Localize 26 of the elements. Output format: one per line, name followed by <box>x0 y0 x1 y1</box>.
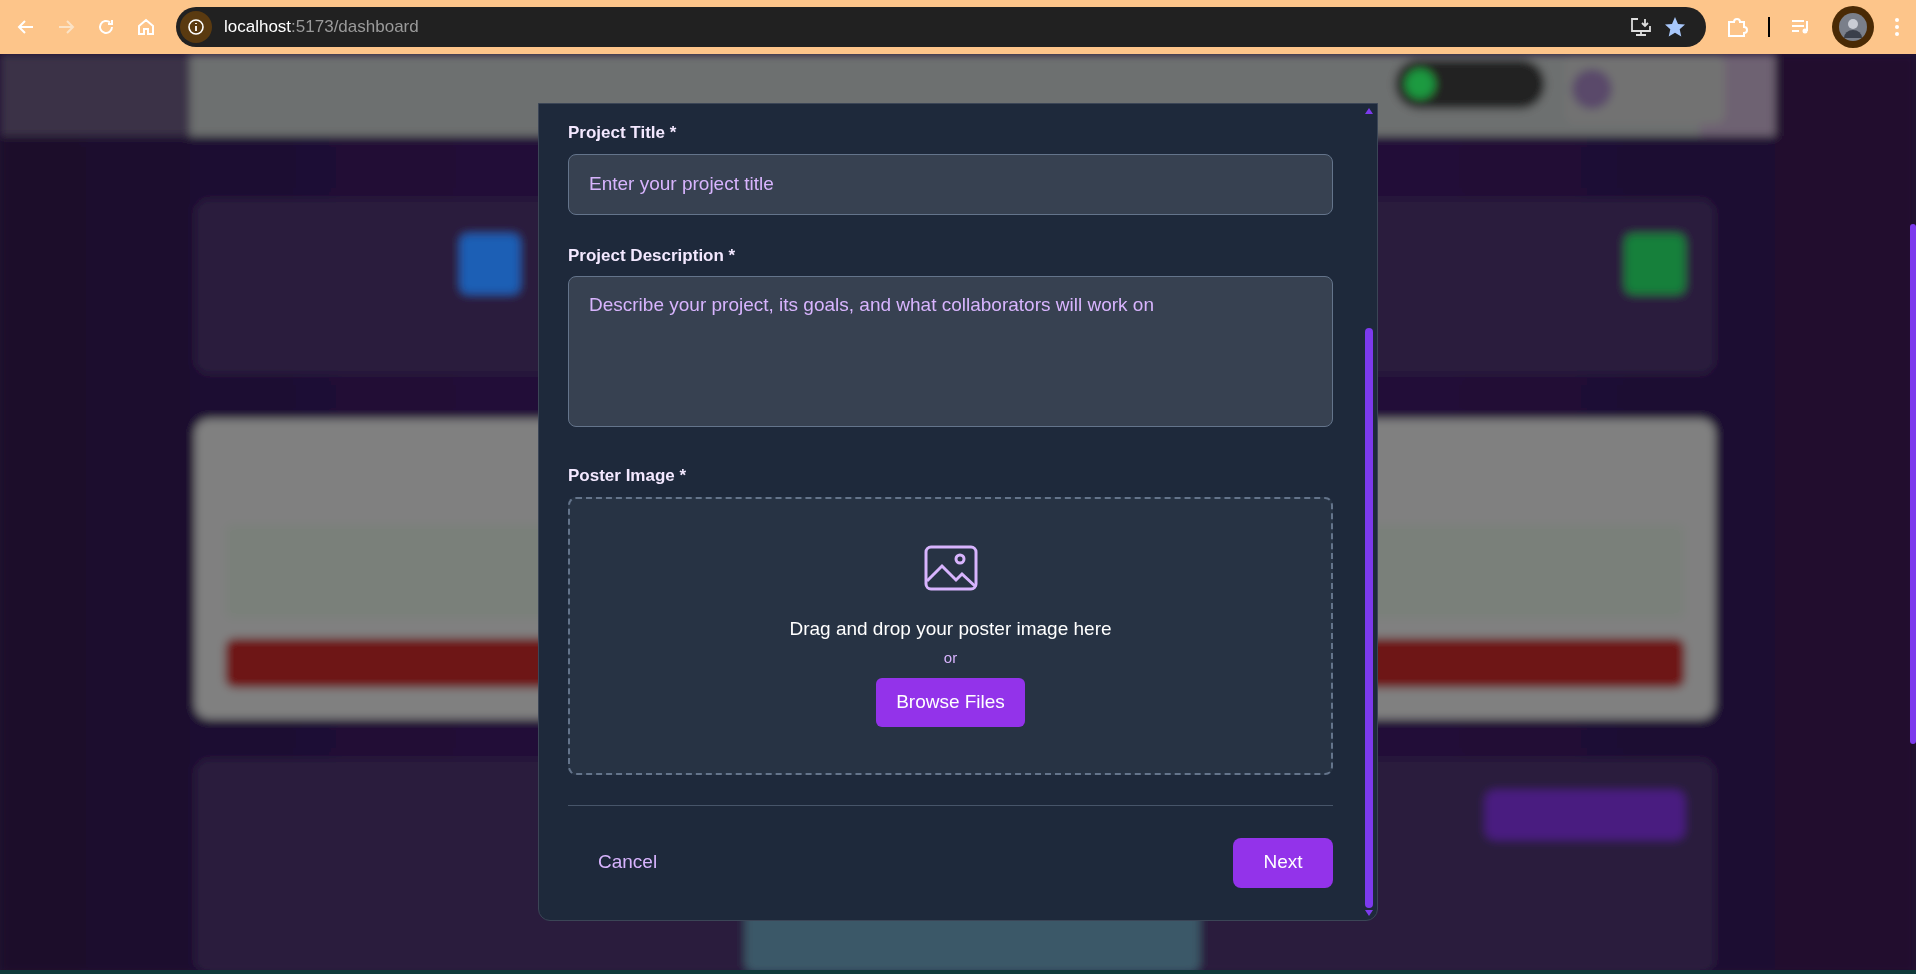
field-label: Poster Image * <box>568 465 688 487</box>
install-icon[interactable] <box>1630 17 1652 37</box>
field-label: Project Title * <box>568 122 678 144</box>
scroll-down-icon[interactable] <box>1365 910 1373 916</box>
home-icon[interactable] <box>136 17 156 37</box>
or-separator: or <box>943 648 958 668</box>
next-button[interactable]: Next <box>1233 837 1333 888</box>
title-field[interactable]: Enter your project title <box>568 153 1333 215</box>
image-icon <box>923 544 978 591</box>
scrollbar-thumb[interactable] <box>1365 328 1373 908</box>
scroll-up-icon[interactable] <box>1365 108 1373 114</box>
extensions-icon[interactable] <box>1726 16 1748 38</box>
info-icon[interactable] <box>180 11 212 43</box>
cancel-button[interactable]: Cancel <box>568 837 688 888</box>
upload-dropzone[interactable]: Drag and drop your poster image here or Browse Files <box>568 496 1333 775</box>
browse-files-button[interactable]: Browse Files <box>876 677 1025 727</box>
upload-prompt: Drag and drop your poster image here <box>789 616 1112 641</box>
profile-avatar[interactable] <box>1832 6 1874 48</box>
reload-icon[interactable] <box>96 17 116 37</box>
url-text: localhost:5173/dashboard <box>224 16 420 39</box>
star-icon[interactable] <box>1664 16 1686 38</box>
address-bar[interactable]: localhost:5173/dashboard <box>176 7 1706 47</box>
description-field[interactable]: Describe your project, its goals, and what collaborators will work on <box>568 276 1333 427</box>
field-label: Project Description * <box>568 244 737 267</box>
menu-icon[interactable] <box>1894 17 1900 37</box>
scrollbar[interactable] <box>1365 108 1373 916</box>
